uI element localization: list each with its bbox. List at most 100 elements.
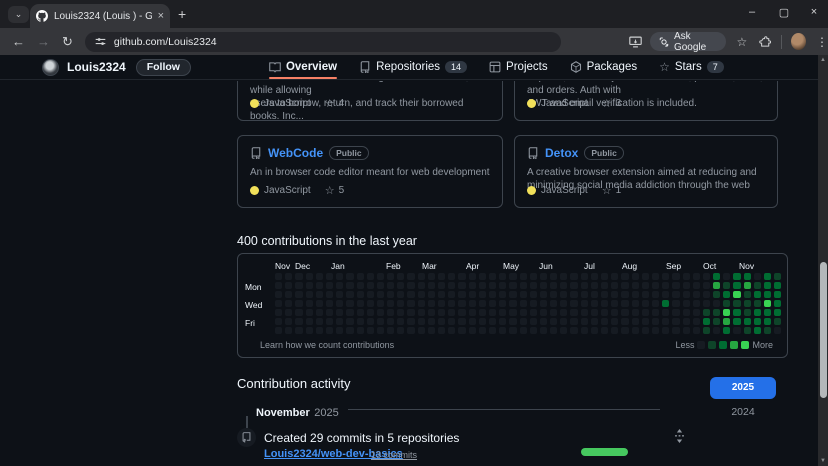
contribution-cell[interactable] [632,291,639,298]
contribution-cell[interactable] [601,291,608,298]
contribution-cell[interactable] [428,282,435,289]
contribution-cell[interactable] [448,318,455,325]
contribution-cell[interactable] [744,327,751,334]
contribution-cell[interactable] [530,300,537,307]
contribution-cell[interactable] [611,282,618,289]
contribution-cell[interactable] [509,318,516,325]
contribution-cell[interactable] [387,318,394,325]
contribution-cell[interactable] [295,318,302,325]
contribution-cell[interactable] [774,327,781,334]
repo-star-count[interactable]: ☆ 1 [602,184,621,197]
tab-packages[interactable]: Packages [570,55,638,79]
contribution-cell[interactable] [387,300,394,307]
contribution-cell[interactable] [306,282,313,289]
contribution-cell[interactable] [703,273,710,280]
contribution-cell[interactable] [774,282,781,289]
contribution-cell[interactable] [448,327,455,334]
contribution-cell[interactable] [275,300,282,307]
contribution-cell[interactable] [733,273,740,280]
contribution-cell[interactable] [652,273,659,280]
contribution-cell[interactable] [367,309,374,316]
contribution-cell[interactable] [693,291,700,298]
browser-menu-icon[interactable]: ⋮ [816,35,828,49]
contribution-cell[interactable] [632,300,639,307]
contribution-cell[interactable] [418,282,425,289]
contribution-cell[interactable] [336,282,343,289]
contribution-cell[interactable] [530,327,537,334]
contribution-week[interactable] [438,273,445,334]
contribution-week[interactable] [774,273,781,334]
contribution-cell[interactable] [489,327,496,334]
back-icon[interactable]: ← [12,34,25,49]
contribution-cell[interactable] [621,318,628,325]
contribution-week[interactable] [723,273,730,334]
contribution-cell[interactable] [683,273,690,280]
contribution-week[interactable] [581,273,588,334]
contribution-cell[interactable] [407,273,414,280]
contribution-cell[interactable] [448,282,455,289]
contribution-cell[interactable] [346,282,353,289]
contribution-cell[interactable] [570,318,577,325]
window-close-button[interactable]: × [806,6,822,18]
contribution-cell[interactable] [591,327,598,334]
contribution-cell[interactable] [377,318,384,325]
contribution-cell[interactable] [520,291,527,298]
contribution-cell[interactable] [438,282,445,289]
contribution-cell[interactable] [733,327,740,334]
contribution-cell[interactable] [642,282,649,289]
contribution-cell[interactable] [397,318,404,325]
contribution-cell[interactable] [581,273,588,280]
contribution-cell[interactable] [703,327,710,334]
contribution-cell[interactable] [316,318,323,325]
contribution-cell[interactable] [285,300,292,307]
contribution-cell[interactable] [367,318,374,325]
contribution-cell[interactable] [591,291,598,298]
contribution-cell[interactable] [326,291,333,298]
contribution-cell[interactable] [652,327,659,334]
contribution-week[interactable] [703,273,710,334]
contribution-cell[interactable] [744,291,751,298]
extensions-puzzle-icon[interactable] [759,36,771,48]
contribution-cell[interactable] [601,327,608,334]
contribution-cell[interactable] [346,300,353,307]
contribution-cell[interactable] [357,282,364,289]
contribution-cell[interactable] [540,273,547,280]
contribution-cell[interactable] [703,309,710,316]
contribution-cell[interactable] [285,327,292,334]
contribution-cell[interactable] [469,291,476,298]
contribution-cell[interactable] [632,273,639,280]
contribution-cell[interactable] [642,309,649,316]
contribution-week[interactable] [326,273,333,334]
contribution-cell[interactable] [683,282,690,289]
contribution-cell[interactable] [316,291,323,298]
contribution-cell[interactable] [621,327,628,334]
contribution-cell[interactable] [723,282,730,289]
contribution-cell[interactable] [662,282,669,289]
contribution-cell[interactable] [275,282,282,289]
contribution-cell[interactable] [723,291,730,298]
contribution-cell[interactable] [621,291,628,298]
contribution-cell[interactable] [469,300,476,307]
contribution-cell[interactable] [295,327,302,334]
contribution-week[interactable] [652,273,659,334]
contribution-cell[interactable] [764,273,771,280]
contribution-cell[interactable] [438,291,445,298]
bookmark-star-icon[interactable]: ☆ [736,35,747,49]
contribution-cell[interactable] [418,309,425,316]
contribution-cell[interactable] [458,282,465,289]
contribution-cell[interactable] [530,318,537,325]
contribution-cell[interactable] [723,309,730,316]
contribution-cell[interactable] [377,309,384,316]
contribution-week[interactable] [469,273,476,334]
contribution-week[interactable] [285,273,292,334]
ask-google-button[interactable]: Ask Google [650,32,727,51]
contribution-cell[interactable] [683,318,690,325]
repo-star-count[interactable]: ☆ 3 [602,97,621,110]
contribution-week[interactable] [387,273,394,334]
year-2025-button[interactable]: 2025 [710,377,776,399]
contribution-cell[interactable] [428,300,435,307]
contribution-cell[interactable] [540,282,547,289]
contribution-cell[interactable] [275,309,282,316]
contribution-cell[interactable] [469,282,476,289]
contribution-cell[interactable] [601,309,608,316]
